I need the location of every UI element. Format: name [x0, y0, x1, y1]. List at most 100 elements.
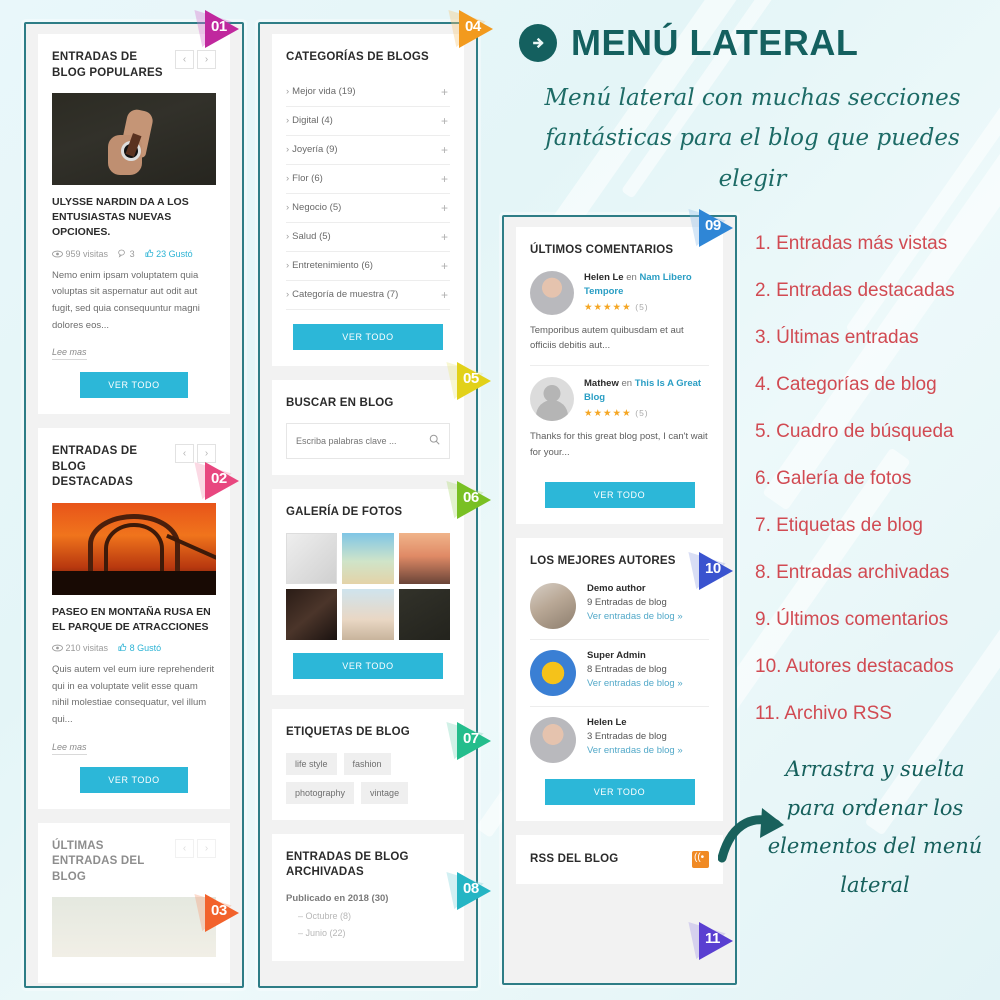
- views-count: 959 visitas: [65, 248, 109, 259]
- badge-number: 07: [463, 730, 479, 747]
- card-title: Últimas entradas del blog: [52, 839, 145, 883]
- likes-count: 23 Gustó: [156, 248, 193, 259]
- expand-plus-icon[interactable]: +: [441, 202, 448, 214]
- archive-item[interactable]: – Junio (22): [286, 928, 450, 938]
- page-title: MENÚ LATERAL: [571, 22, 859, 63]
- thumbs-up-icon: [118, 643, 127, 652]
- feature-list-item: 7. Etiquetas de blog: [755, 514, 923, 536]
- step-badge-07: 07: [446, 714, 502, 766]
- category-row[interactable]: › Negocio (5) +: [286, 194, 450, 223]
- category-row[interactable]: › Joyería (9) +: [286, 136, 450, 165]
- expand-plus-icon[interactable]: +: [441, 173, 448, 185]
- prev-arrow-icon[interactable]: ‹: [175, 838, 194, 858]
- post-thumbnail[interactable]: [52, 93, 216, 186]
- expand-plus-icon[interactable]: +: [441, 260, 448, 272]
- step-badge-11: 11: [688, 914, 744, 966]
- category-label: Digital (4): [292, 115, 333, 127]
- post-excerpt: Quis autem vel eum iure reprehenderit qu…: [52, 664, 215, 726]
- feature-list-item: 3. Últimas entradas: [755, 326, 919, 348]
- category-row[interactable]: › Flor (6) +: [286, 165, 450, 194]
- expand-plus-icon[interactable]: +: [441, 115, 448, 127]
- badge-number: 04: [465, 18, 481, 35]
- card-header: Entradas de blog populares ‹ ›: [52, 50, 216, 81]
- archive-group-label[interactable]: Publicado en 2018 (30): [286, 893, 450, 904]
- eye-icon: [52, 250, 63, 258]
- gallery-image[interactable]: [286, 532, 338, 584]
- tag-item[interactable]: photography: [286, 781, 355, 804]
- comment-icon: [118, 249, 125, 258]
- card-archived-posts: Entradas de blog archivadas Publicado en…: [272, 833, 464, 961]
- post-title[interactable]: Paseo en montaña rusa en el parque de at…: [52, 605, 216, 635]
- read-more-link[interactable]: Lee mas: [52, 742, 87, 755]
- badge-number: 09: [705, 217, 721, 234]
- post-thumbnail[interactable]: [52, 502, 216, 595]
- category-row[interactable]: › Salud (5) +: [286, 223, 450, 252]
- badge-number: 08: [463, 880, 479, 897]
- category-label: Joyería (9): [292, 144, 338, 156]
- feature-list-item: 5. Cuadro de búsqueda: [755, 420, 954, 442]
- tag-item[interactable]: life style: [286, 752, 337, 775]
- see-all-button[interactable]: Ver todo: [80, 766, 188, 793]
- gallery-image[interactable]: [342, 588, 394, 641]
- badge-number: 01: [211, 18, 227, 35]
- category-label: Entretenimiento (6): [292, 260, 373, 272]
- step-badge-08: 08: [446, 864, 502, 916]
- views-count: 210 visitas: [65, 643, 109, 654]
- category-row[interactable]: › Categoría de muestra (7) +: [286, 281, 450, 310]
- step-badge-03: 03: [194, 886, 250, 938]
- badge-number: 11: [705, 930, 720, 947]
- expand-plus-icon[interactable]: +: [441, 86, 448, 98]
- next-arrow-icon[interactable]: ›: [197, 838, 216, 858]
- see-all-button[interactable]: Ver todo: [293, 653, 443, 680]
- expand-plus-icon[interactable]: +: [441, 289, 448, 301]
- comments-stat: 3: [118, 249, 135, 259]
- prev-arrow-icon[interactable]: ‹: [175, 444, 194, 464]
- arrow-right-circle-icon: [519, 24, 557, 62]
- likes-count: 8 Gustó: [129, 643, 162, 654]
- likes-stat: 8 Gustó: [118, 643, 161, 653]
- post-thumbnail[interactable]: [52, 897, 216, 958]
- category-list: › Mejor vida (19) + › Digital (4) + › Joyería…: [286, 78, 450, 310]
- category-row[interactable]: › Mejor vida (19) +: [286, 78, 450, 107]
- drag-drop-note: Arrastra y suelta para ordenar los eleme…: [767, 756, 983, 898]
- feature-list-item: 2. Entradas destacadas: [755, 279, 955, 301]
- card-blog-tags: Etiquetas de blog life style fashion pho…: [272, 709, 464, 820]
- feature-list-item: 8. Entradas archivadas: [755, 561, 950, 583]
- tag-item[interactable]: fashion: [343, 752, 391, 775]
- gallery-image[interactable]: [398, 532, 450, 584]
- archive-item[interactable]: – Octubre (8): [286, 911, 450, 921]
- gallery-image[interactable]: [286, 588, 338, 641]
- category-row[interactable]: › Entretenimiento (6) +: [286, 252, 450, 281]
- tag-item[interactable]: vintage: [361, 781, 409, 804]
- prev-arrow-icon[interactable]: ‹: [175, 50, 194, 69]
- gallery-image[interactable]: [342, 532, 394, 584]
- card-blog-categories: Categorías de blogs › Mejor vida (19) + › D…: [272, 34, 464, 366]
- card-header: Entradas de blog destacadas ‹ ›: [52, 444, 216, 491]
- expand-plus-icon[interactable]: +: [441, 231, 448, 243]
- post-title[interactable]: Ulysse Nardin da a los entusiastas nueva…: [52, 195, 216, 241]
- gallery-image[interactable]: [398, 588, 450, 641]
- search-box[interactable]: [286, 423, 450, 460]
- category-label: Categoría de muestra (7): [292, 289, 399, 301]
- category-label: Salud (5): [292, 231, 331, 243]
- expand-plus-icon[interactable]: +: [441, 144, 448, 156]
- thumbs-up-icon: [145, 249, 153, 257]
- card-header: Últimas entradas del blog ‹ ›: [52, 838, 216, 886]
- see-all-button[interactable]: Ver todo: [80, 372, 188, 399]
- card-title: Galería de fotos: [286, 506, 403, 519]
- see-all-button[interactable]: Ver todo: [293, 323, 443, 350]
- feature-list-item: 11. Archivo RSS: [755, 702, 892, 724]
- search-icon[interactable]: [429, 432, 440, 450]
- badge-number: 05: [463, 370, 479, 387]
- read-more-link[interactable]: Lee mas: [52, 347, 87, 361]
- feature-list-item: 9. Últimos comentarios: [755, 608, 949, 630]
- card-title: Entradas de blog destacadas: [52, 445, 138, 489]
- search-input[interactable]: [296, 436, 429, 447]
- category-label: Mejor vida (19): [292, 86, 356, 98]
- carousel-arrows[interactable]: ‹ ›: [175, 838, 216, 858]
- step-badge-09: 09: [688, 201, 744, 253]
- sidebar-modules-preview: Entradas de blog populares ‹ › Ulysse Na…: [0, 0, 737, 1000]
- category-row[interactable]: › Digital (4) +: [286, 107, 450, 136]
- step-badge-04: 04: [448, 2, 504, 54]
- tag-list: life style fashion photography vintage: [286, 752, 450, 804]
